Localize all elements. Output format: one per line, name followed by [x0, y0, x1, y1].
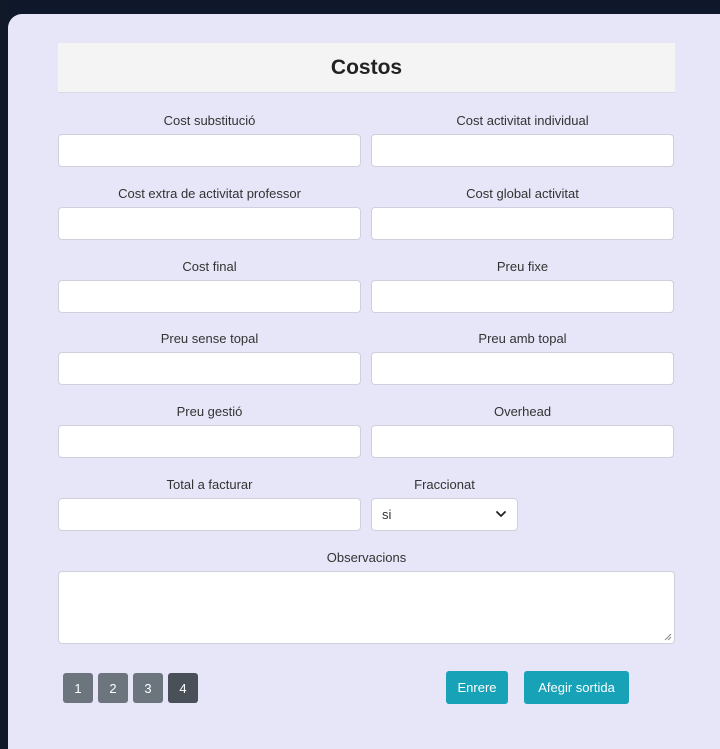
preu-fixe-label: Preu fixe [496, 259, 549, 274]
page-button-1[interactable]: 1 [63, 673, 93, 703]
preu-amb-topal-input[interactable] [371, 352, 674, 385]
preu-amb-topal-label: Preu amb topal [478, 331, 567, 346]
preu-sense-topal-input[interactable] [58, 352, 361, 385]
cost-substitucio-label: Cost substitució [163, 113, 256, 128]
total-a-facturar-label: Total a facturar [166, 477, 253, 492]
cost-global-activitat-input[interactable] [371, 207, 674, 240]
fraccionat-selected-value: si [382, 507, 392, 522]
cost-global-activitat-label: Cost global activitat [466, 186, 579, 201]
form-title: Costos [330, 55, 403, 79]
preu-sense-topal-label: Preu sense topal [160, 331, 259, 346]
fraccionat-select[interactable]: si [371, 498, 518, 531]
form-header: Costos [58, 43, 675, 93]
overhead-label: Overhead [493, 404, 552, 419]
overhead-input[interactable] [371, 425, 674, 458]
fraccionat-label: Fraccionat [414, 477, 475, 492]
app-background [0, 0, 8, 749]
cost-activitat-individual-label: Cost activitat individual [456, 113, 589, 128]
preu-fixe-input[interactable] [371, 280, 674, 313]
cost-final-input[interactable] [58, 280, 361, 313]
cost-final-label: Cost final [182, 259, 237, 274]
page-button-2[interactable]: 2 [98, 673, 128, 703]
back-button[interactable]: Enrere [446, 671, 508, 704]
cost-substitucio-input[interactable] [58, 134, 361, 167]
total-a-facturar-input[interactable] [58, 498, 361, 531]
observacions-textarea[interactable] [58, 571, 675, 644]
cost-extra-professor-label: Cost extra de activitat professor [118, 186, 301, 201]
resize-grip-icon[interactable] [662, 631, 672, 641]
preu-gestio-input[interactable] [58, 425, 361, 458]
preu-gestio-label: Preu gestió [176, 404, 243, 419]
cost-extra-professor-input[interactable] [58, 207, 361, 240]
cost-activitat-individual-input[interactable] [371, 134, 674, 167]
observacions-label: Observacions [326, 550, 407, 565]
page-button-4[interactable]: 4 [168, 673, 198, 703]
add-sortida-button[interactable]: Afegir sortida [524, 671, 629, 704]
page-button-3[interactable]: 3 [133, 673, 163, 703]
chevron-down-icon [496, 511, 506, 517]
